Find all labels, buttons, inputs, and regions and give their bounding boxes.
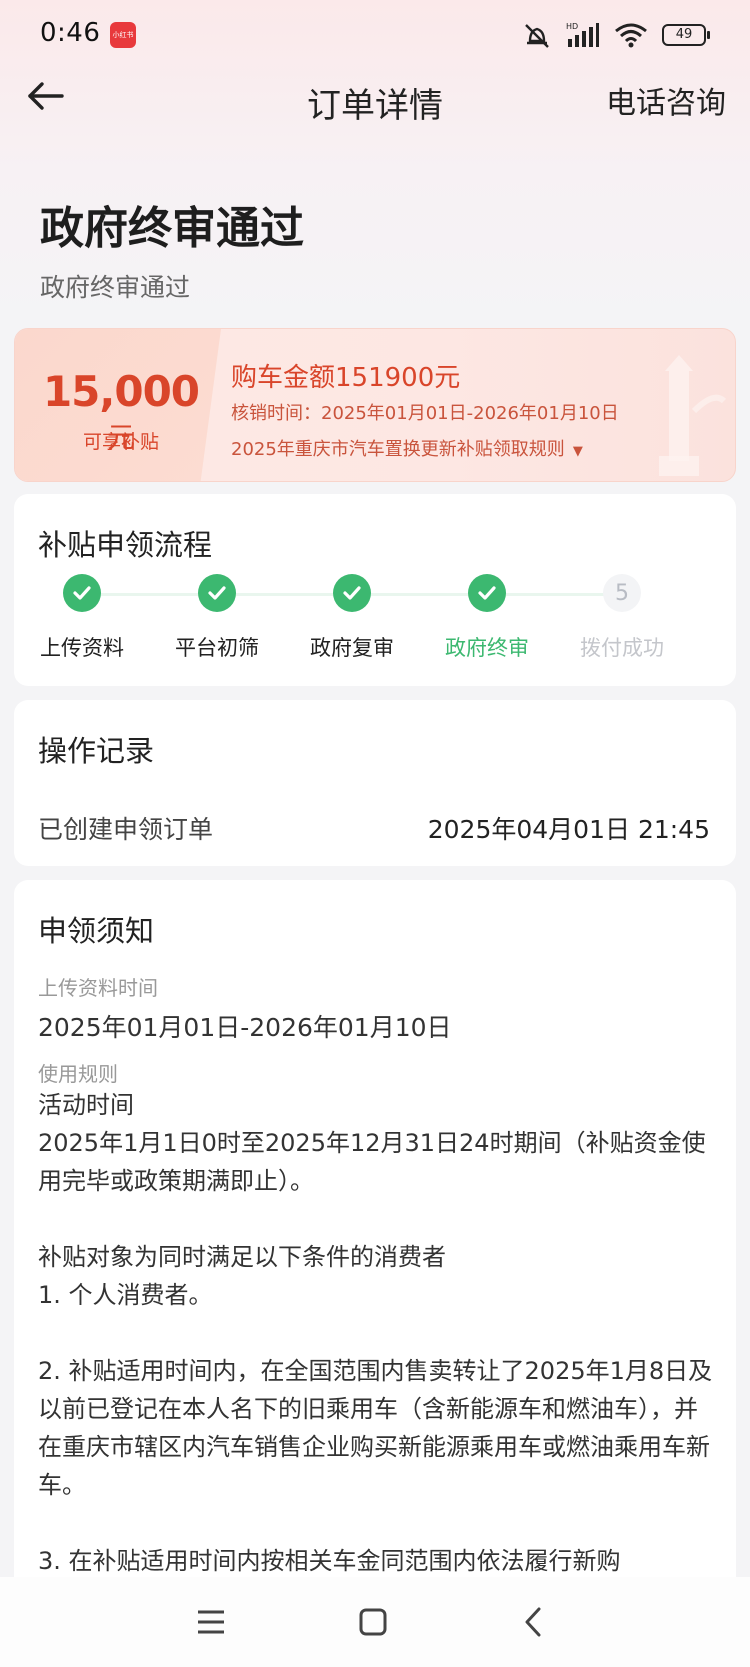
step-label: 政府复审	[310, 636, 394, 660]
notice-title: 申领须知	[38, 914, 155, 948]
check-icon	[198, 574, 236, 612]
application-notice-card: 申领须知 上传资料时间 2025年01月01日-2026年01月10日 使用规则…	[14, 880, 736, 1600]
header: 订单详情 电话咨询	[0, 72, 750, 172]
subsidy-amount-label: 可享补贴	[82, 431, 159, 453]
subsidy-process-card: 补贴申领流程 上传资料 平台初筛 政府复审 政府终审 5 拨付成功	[14, 494, 736, 686]
rules-line	[38, 1504, 714, 1542]
usage-rules-text: 活动时间 2025年1月1日0时至2025年12月31日24时期间（补贴资金使用…	[38, 1086, 714, 1580]
monument-decoration-icon	[659, 355, 727, 476]
rules-line: 活动时间	[38, 1091, 134, 1119]
system-nav-bar	[0, 1577, 750, 1667]
subsidy-rules-link-text: 2025年重庆市汽车置换更新补贴领取规则	[231, 439, 565, 460]
mute-icon	[525, 24, 549, 48]
status-time: 0:46	[40, 18, 101, 48]
purchase-amount: 购车金额151900元	[231, 363, 461, 393]
subsidy-card: 15,000元 可享补贴 购车金额151900元 核销时间：2025年01月01…	[14, 328, 736, 482]
menu-icon	[198, 1610, 224, 1634]
step-label: 拨付成功	[580, 636, 664, 660]
rules-line: 补贴对象为同时满足以下条件的消费者	[38, 1243, 446, 1271]
verify-time: 核销时间：2025年01月01日-2026年01月10日	[231, 403, 619, 424]
caret-down-icon: ▼	[572, 444, 583, 459]
rules-line: 1. 个人消费者。	[38, 1281, 213, 1309]
usage-rules-label: 使用规则	[38, 1062, 118, 1086]
upload-time-value: 2025年01月01日-2026年01月10日	[38, 1013, 452, 1042]
process-title: 补贴申领流程	[38, 528, 213, 562]
record-label: 已创建申领订单	[38, 815, 214, 844]
home-button[interactable]	[348, 1597, 398, 1647]
step-number: 5	[603, 574, 641, 612]
step-label: 平台初筛	[175, 636, 259, 660]
subsidy-rules-link[interactable]: 2025年重庆市汽车置换更新补贴领取规则 ▼	[231, 435, 583, 461]
step-label: 政府终审	[445, 636, 529, 660]
status-bar: 0:46 小红书 HD 49	[0, 0, 750, 72]
rules-line: 3. 在补贴适用时间内按相关车金同范围内依法履行新购	[38, 1547, 621, 1575]
rules-line: 2. 补贴适用时间内，在全国范围内售卖转让了2025年1月8日及以前已登记在本人…	[38, 1357, 713, 1499]
order-detail-page: 0:46 小红书 HD 49 订单详情 电话咨询 政府终审通过 政府终审通过 1…	[0, 0, 750, 1667]
upload-time-label: 上传资料时间	[38, 976, 158, 1000]
battery-icon: 49	[662, 24, 710, 46]
check-icon	[468, 574, 506, 612]
check-icon	[333, 574, 371, 612]
operation-record-card: 操作记录 已创建申领订单 2025年04月01日 21:45	[14, 700, 736, 866]
home-icon	[359, 1608, 387, 1636]
rules-line	[38, 1314, 714, 1352]
system-back-button[interactable]	[508, 1597, 558, 1647]
signal-icon: HD	[566, 22, 599, 47]
subsidy-amount-number: 15,000	[42, 367, 200, 416]
phone-consult-button[interactable]: 电话咨询	[606, 78, 726, 122]
app-badge-icon: 小红书	[110, 22, 136, 48]
rules-line	[38, 1200, 714, 1238]
order-status-title: 政府终审通过	[40, 203, 304, 254]
record-time: 2025年04月01日 21:45	[427, 815, 710, 844]
order-status-subtitle: 政府终审通过	[40, 273, 191, 302]
record-title: 操作记录	[38, 734, 155, 768]
svg-text:HD: HD	[566, 22, 578, 31]
check-icon	[63, 574, 101, 612]
menu-button[interactable]	[186, 1597, 236, 1647]
wifi-icon	[615, 23, 647, 48]
status-icons: HD 49	[522, 20, 710, 50]
rules-line: 2025年1月1日0时至2025年12月31日24时期间（补贴资金使用完毕或政策…	[38, 1129, 706, 1195]
step-label: 上传资料	[40, 636, 124, 660]
back-icon	[525, 1607, 541, 1637]
